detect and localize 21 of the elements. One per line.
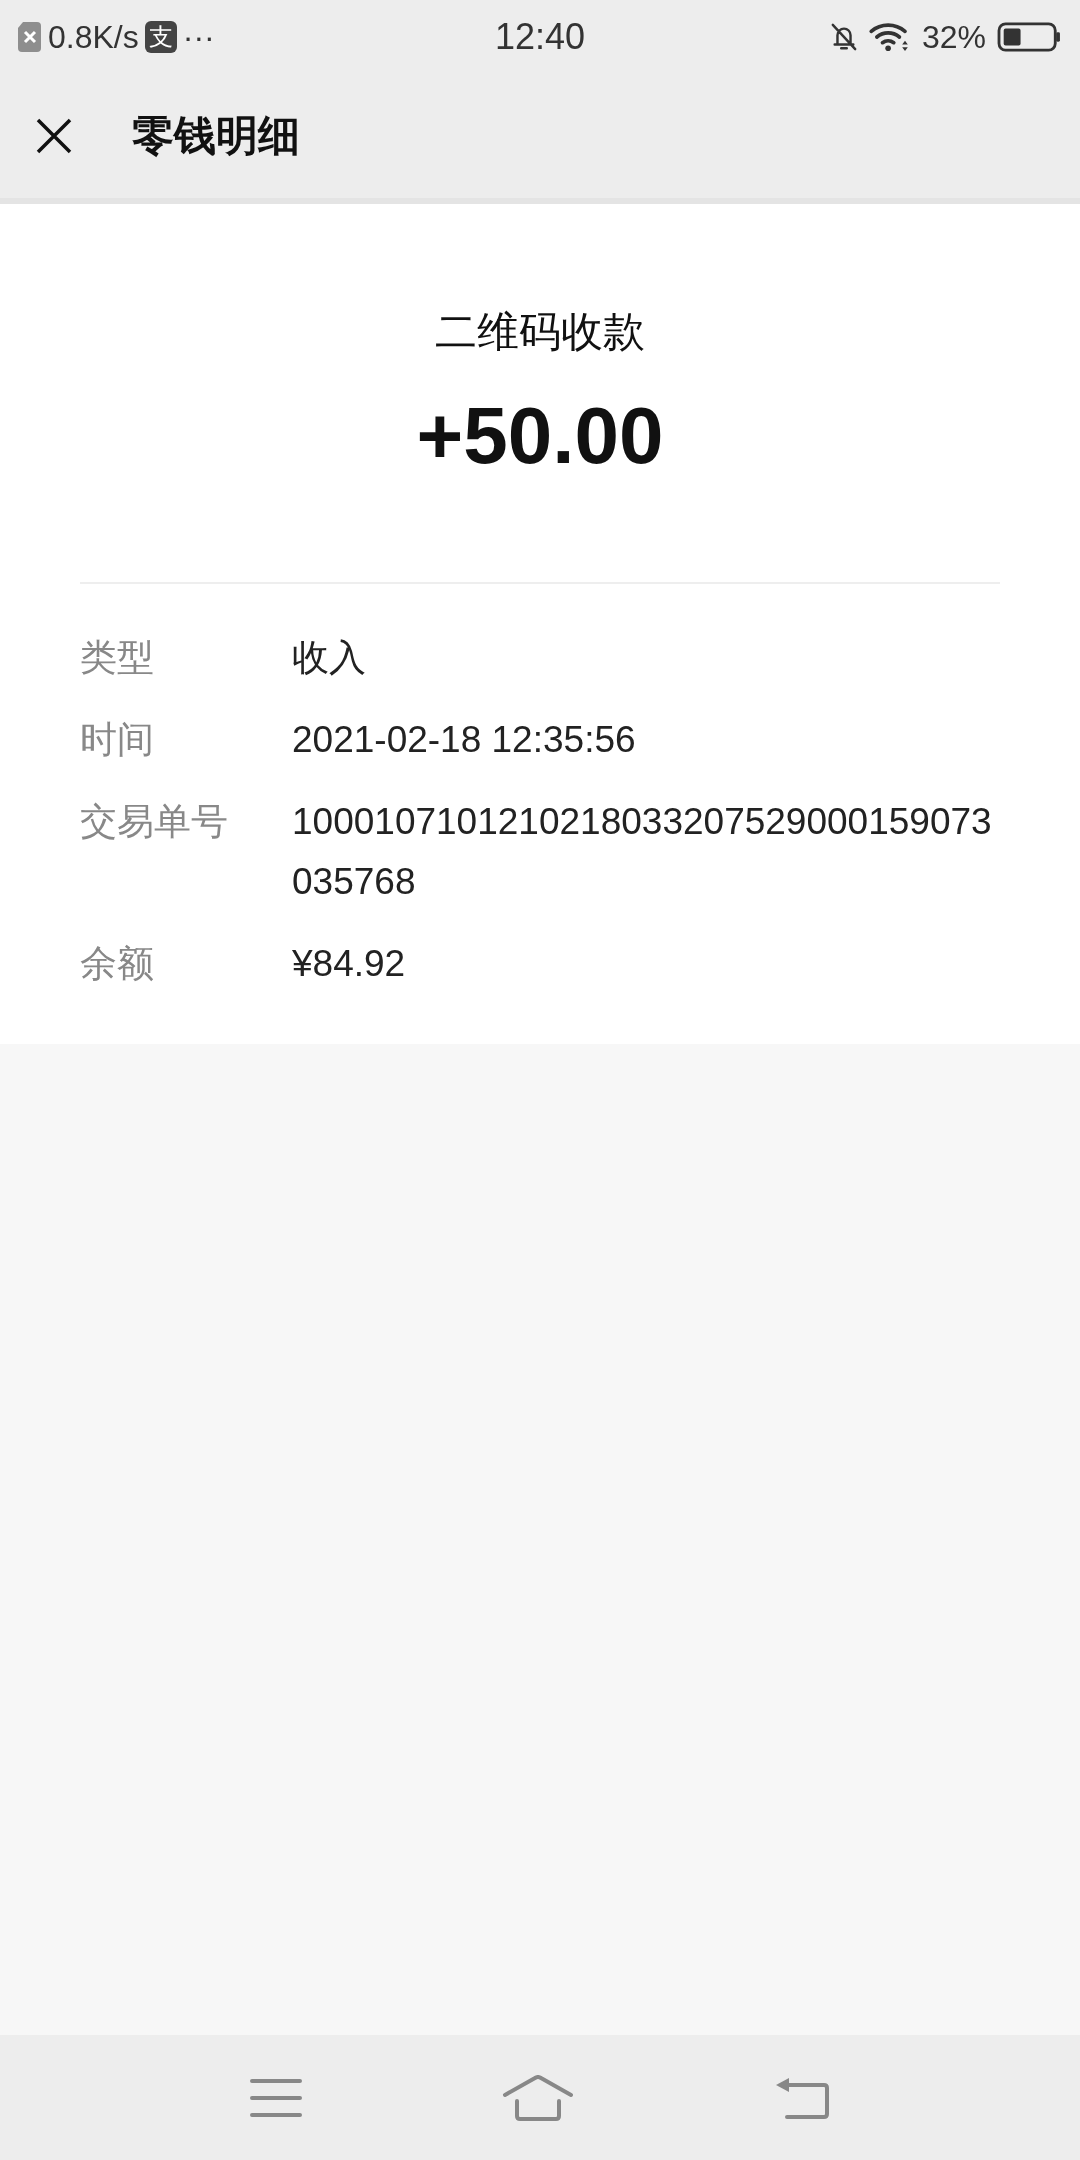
menu-icon[interactable] bbox=[250, 2076, 302, 2119]
detail-label: 余额 bbox=[80, 942, 155, 986]
bell-off-icon bbox=[829, 22, 858, 52]
network-speed: 0.8K/s bbox=[48, 18, 139, 56]
transaction-amount: +50.00 bbox=[416, 390, 664, 482]
clock: 12:40 bbox=[494, 16, 586, 58]
battery-icon bbox=[996, 22, 1062, 52]
detail-value: 2021-02-18 12:35:56 bbox=[292, 718, 637, 762]
detail-label: 交易单号 bbox=[80, 800, 229, 844]
sim-card-icon bbox=[18, 22, 42, 52]
app-notification-icon: 支 bbox=[144, 21, 177, 53]
detail-label: 时间 bbox=[80, 718, 155, 762]
more-notifications: ··· bbox=[182, 18, 215, 56]
transaction-title: 二维码收款 bbox=[435, 307, 645, 357]
detail-value: 1000107101210218033207529000159073035768 bbox=[292, 800, 992, 904]
detail-value: 收入 bbox=[292, 636, 367, 680]
home-icon[interactable] bbox=[502, 2074, 574, 2121]
detail-label: 类型 bbox=[80, 636, 155, 680]
battery-percent: 32% bbox=[921, 18, 986, 56]
detail-value: ¥84.92 bbox=[292, 942, 407, 986]
page-title: 零钱明细 bbox=[132, 111, 300, 161]
